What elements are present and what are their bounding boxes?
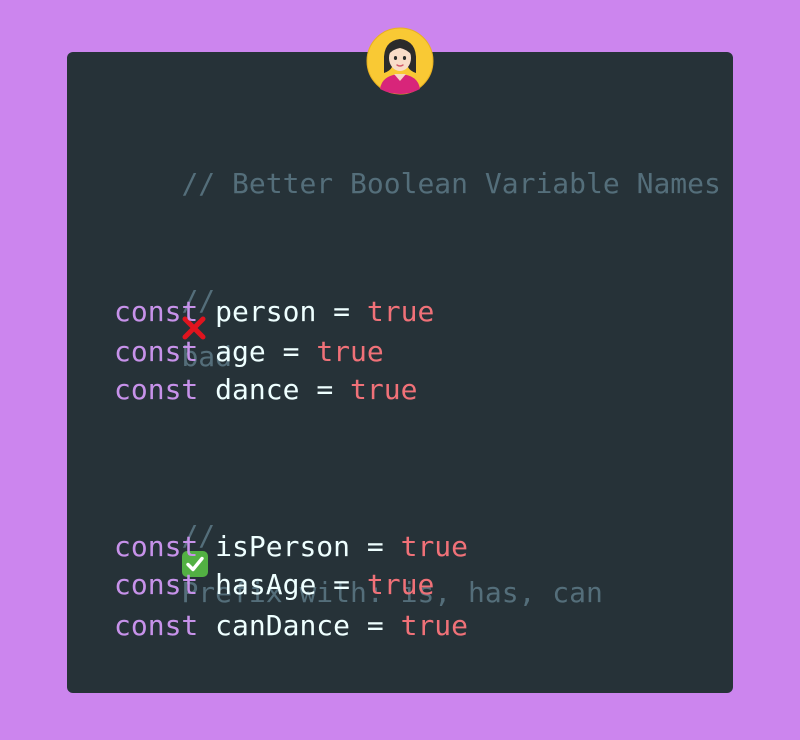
keyword: const: [114, 568, 199, 601]
keyword: const: [114, 295, 199, 328]
code-line: const canDance = true: [114, 612, 468, 640]
code-line: const person = true: [114, 298, 434, 326]
operator: =: [282, 335, 300, 368]
boolean-literal: true: [366, 568, 435, 601]
operator: =: [366, 530, 384, 563]
operator: =: [333, 568, 351, 601]
title-comment: // Better Boolean Variable Names: [181, 167, 721, 200]
variable-name: age: [215, 335, 266, 368]
operator: =: [333, 295, 351, 328]
code-line: const hasAge = true: [114, 571, 434, 599]
boolean-literal: true: [316, 335, 384, 368]
variable-name: dance: [215, 373, 300, 406]
keyword: const: [114, 373, 199, 406]
boolean-literal: true: [400, 609, 469, 642]
boolean-literal: true: [350, 373, 418, 406]
operator: =: [316, 373, 334, 406]
variable-name: canDance: [215, 609, 351, 642]
boolean-literal: true: [366, 295, 435, 328]
woman-avatar-icon: [366, 27, 434, 95]
title-comment-line: // Better Boolean Variable Names: [114, 142, 721, 226]
code-line: const dance = true: [114, 376, 417, 404]
operator: =: [366, 609, 384, 642]
code-block: // Better Boolean Variable Names // bad …: [114, 0, 721, 640]
variable-name: isPerson: [215, 530, 351, 563]
keyword: const: [114, 335, 199, 368]
boolean-literal: true: [400, 530, 469, 563]
code-line: const isPerson = true: [114, 533, 468, 561]
keyword: const: [114, 609, 199, 642]
keyword: const: [114, 530, 199, 563]
code-line: const age = true: [114, 338, 384, 366]
variable-name: person: [215, 295, 317, 328]
variable-name: hasAge: [215, 568, 317, 601]
